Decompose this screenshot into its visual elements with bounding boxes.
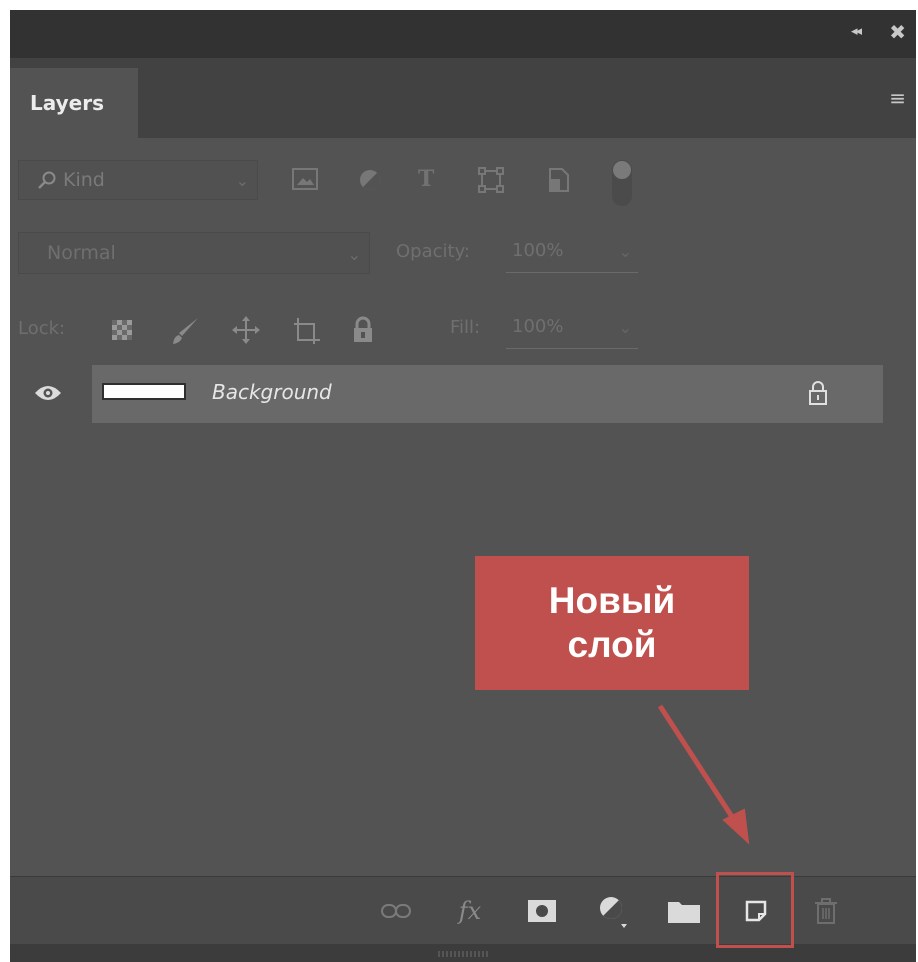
opacity-label: Opacity: <box>396 241 470 262</box>
opacity-value: 100% <box>512 240 564 261</box>
blend-row: Normal ⌄ Opacity: 100% ⌄ <box>10 218 916 294</box>
chevron-down-icon: ⌄ <box>235 171 249 190</box>
panel-menu-icon[interactable]: ≡ <box>889 88 906 108</box>
blend-mode-value: Normal <box>47 242 116 264</box>
type-filter-icon[interactable]: T <box>418 166 434 192</box>
layers-panel: ◂◂ ✖ Layers ≡ Kind ⌄ T Normal ⌄ Opacity:… <box>10 10 916 962</box>
lock-image-icon[interactable] <box>170 316 200 346</box>
panel-titlebar: ◂◂ ✖ <box>10 10 916 58</box>
lock-row: Lock: Fill: 100% ⌄ <box>10 294 916 364</box>
fill-field[interactable]: 100% ⌄ <box>506 316 638 349</box>
callout-label: Новый слой <box>475 556 749 690</box>
search-icon <box>38 171 56 189</box>
shape-filter-icon[interactable] <box>478 167 504 193</box>
chevron-down-icon: ⌄ <box>618 318 632 337</box>
chevron-down-icon: ⌄ <box>618 242 632 261</box>
new-group-button[interactable] <box>664 891 704 931</box>
smart-object-filter-icon[interactable] <box>548 167 570 193</box>
delete-layer-button[interactable] <box>806 891 846 931</box>
callout-line-2: слой <box>567 624 657 665</box>
lock-label: Lock: <box>18 318 66 339</box>
fill-value: 100% <box>512 316 564 337</box>
group-folder-icon <box>668 902 700 923</box>
fill-label: Fill: <box>450 317 481 338</box>
layer-row-background[interactable]: Background <box>10 365 883 423</box>
filter-toggle-switch[interactable] <box>612 160 632 206</box>
link-layers-icon <box>381 904 411 918</box>
new-layer-highlight <box>716 872 794 948</box>
filter-row: Kind ⌄ T <box>10 138 916 218</box>
lock-position-icon[interactable] <box>232 316 260 344</box>
layer-thumbnail <box>102 383 186 400</box>
filter-toggle-knob <box>613 161 631 179</box>
fx-icon: fx <box>458 897 482 925</box>
add-mask-button[interactable] <box>522 891 562 931</box>
callout-line-1: Новый <box>548 580 676 621</box>
link-layers-button[interactable] <box>376 891 416 931</box>
chevron-down-icon: ⌄ <box>347 245 361 264</box>
fx-button[interactable]: fx <box>450 891 490 931</box>
new-adjustment-button[interactable] <box>592 891 632 931</box>
adjustment-layer-icon <box>600 897 627 928</box>
layer-lock-icon[interactable] <box>808 380 828 406</box>
eye-icon <box>35 386 61 400</box>
tab-label: Layers <box>30 91 104 115</box>
close-panel-button[interactable]: ✖ <box>889 20 906 44</box>
panel-tabbar: Layers ≡ <box>10 58 916 138</box>
lock-transparent-icon[interactable] <box>112 320 132 340</box>
lock-artboard-icon[interactable] <box>292 316 322 346</box>
kind-label: Kind <box>63 169 105 191</box>
blend-mode-select[interactable]: Normal ⌄ <box>18 232 370 274</box>
trash-icon <box>815 898 837 924</box>
opacity-field[interactable]: 100% ⌄ <box>506 240 638 273</box>
image-filter-icon[interactable] <box>292 168 318 192</box>
visibility-toggle[interactable] <box>10 365 92 423</box>
kind-filter-select[interactable]: Kind ⌄ <box>18 160 258 200</box>
lock-all-icon[interactable] <box>352 316 374 344</box>
resize-grip-icon <box>438 951 488 957</box>
adjustment-filter-icon[interactable] <box>358 168 382 192</box>
layer-name[interactable]: Background <box>212 380 332 404</box>
collapse-panel-button[interactable]: ◂◂ <box>851 24 862 39</box>
tab-layers[interactable]: Layers <box>10 68 138 138</box>
layer-mask-icon <box>528 900 556 922</box>
